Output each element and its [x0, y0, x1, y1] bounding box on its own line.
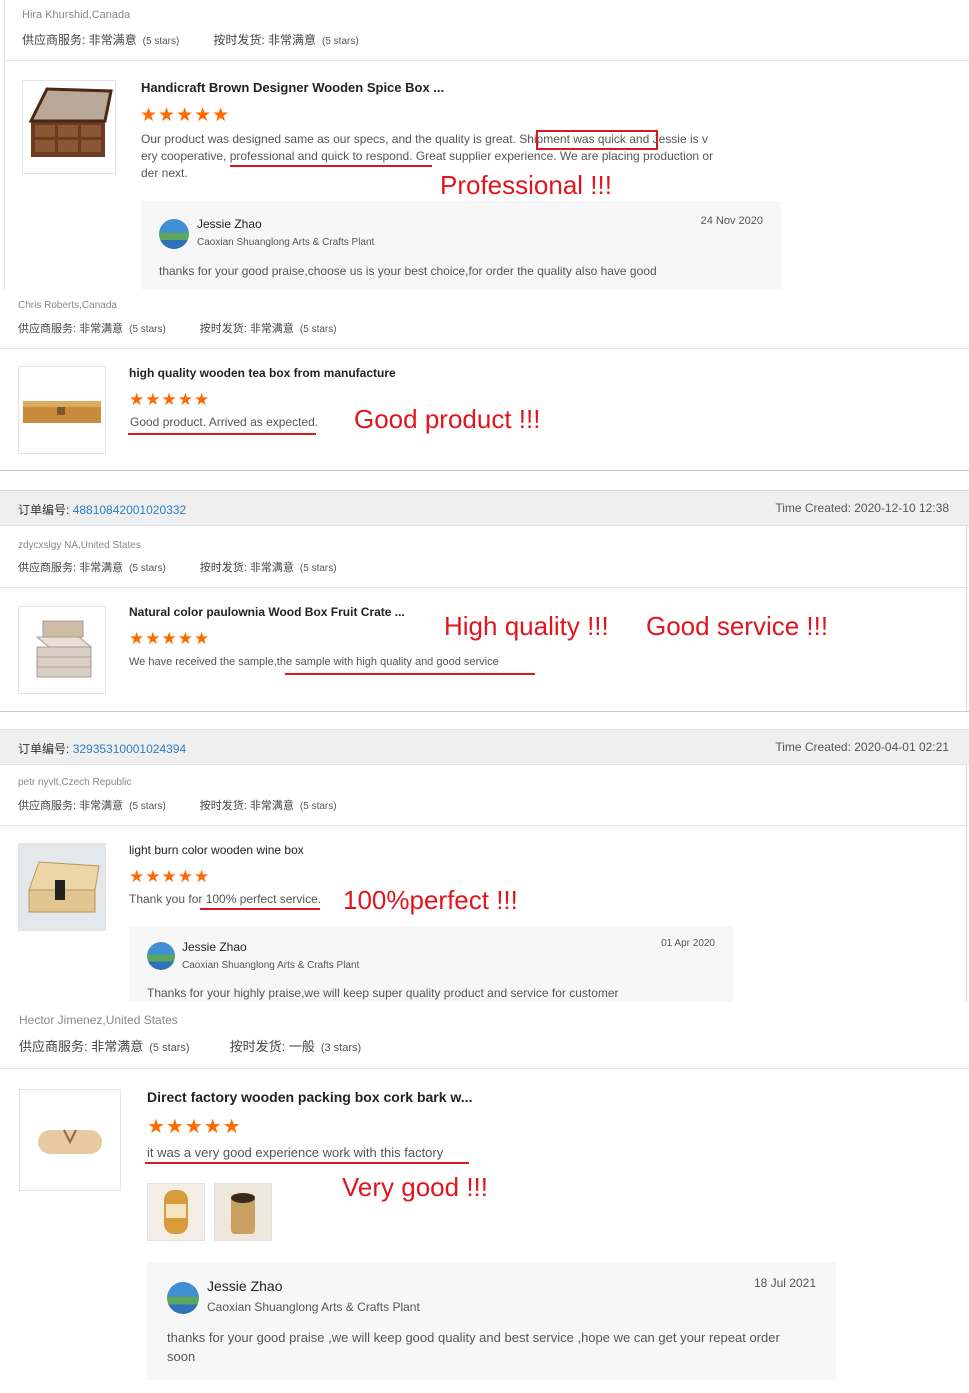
ratings-row: 供应商服务: 非常满意 (5 stars) 按时发货: 非常满意 (5 stars) — [22, 33, 359, 47]
highlight-underline — [128, 433, 316, 435]
reply-text: thanks for your good praise,choose us is… — [159, 264, 657, 278]
review-text: Good product. Arrived as expected. — [130, 415, 319, 429]
annotation-label: 100%perfect !!! — [343, 885, 518, 915]
ratings-row: 供应商服务: 非常满意 (5 stars) 按时发货: 非常满意 (5 stars) — [18, 562, 337, 574]
star-rating: ★★★★★ — [147, 1116, 242, 1138]
reply-author: Jessie Zhao — [207, 1278, 283, 1294]
reply-company: Caoxian Shuanglong Arts & Crafts Plant — [197, 237, 375, 248]
product-title[interactable]: high quality wooden tea box from manufac… — [129, 366, 396, 380]
time-created: Time Created: 2020-12-10 12:38 — [775, 501, 949, 515]
avatar — [147, 942, 175, 970]
review-photo-image — [148, 1184, 204, 1240]
service-rating: 供应商服务: 非常满意 — [18, 562, 124, 574]
shipping-rating: 按时发货: 非常满意 — [199, 323, 294, 335]
reply-author: Jessie Zhao — [197, 217, 262, 231]
reply-date: 24 Nov 2020 — [700, 215, 763, 227]
product-thumbnail[interactable] — [19, 1089, 121, 1191]
service-rating: 供应商服务: 非常满意 — [18, 323, 124, 335]
spice-box-image — [28, 87, 113, 157]
divider — [0, 711, 969, 712]
annotation-label: Good product !!! — [354, 404, 541, 434]
review-photo[interactable] — [214, 1183, 272, 1241]
product-title[interactable]: Handicraft Brown Designer Wooden Spice B… — [141, 80, 444, 95]
highlight-underline — [145, 1162, 469, 1164]
buyer-name: Hira Khurshid,Canada — [22, 9, 131, 21]
divider — [0, 348, 969, 349]
divider — [0, 825, 966, 826]
reply-date: 18 Jul 2021 — [753, 1276, 816, 1290]
crate-image — [35, 620, 93, 678]
avatar — [159, 219, 189, 249]
shipping-rating: 按时发货: 一般 — [229, 1039, 315, 1054]
wine-box-image — [19, 844, 105, 930]
highlight-underline — [200, 908, 320, 910]
divider — [0, 470, 969, 471]
divider — [0, 587, 966, 588]
order-link[interactable]: 32935310001024394 — [73, 742, 186, 756]
reply-author: Jessie Zhao — [182, 940, 247, 954]
shipping-rating: 按时发货: 非常满意 — [199, 800, 294, 812]
product-title[interactable]: Direct factory wooden packing box cork b… — [147, 1089, 472, 1105]
review-divider — [966, 765, 967, 1001]
reply-text: thanks for your good praise ,we will kee… — [167, 1330, 780, 1364]
review-divider — [966, 526, 967, 712]
product-title[interactable]: Natural color paulownia Wood Box Fruit C… — [129, 605, 405, 619]
product-title[interactable]: light burn color wooden wine box — [129, 843, 304, 857]
reply-company: Caoxian Shuanglong Arts & Crafts Plant — [182, 960, 360, 971]
supplier-reply: Jessie Zhao Caoxian Shuanglong Arts & Cr… — [129, 926, 733, 1002]
shipping-rating: 按时发货: 非常满意 — [213, 33, 317, 47]
supplier-reply: Jessie Zhao Caoxian Shuanglong Arts & Cr… — [147, 1262, 836, 1380]
tea-box-image — [23, 401, 101, 423]
annotation-label: Very good !!! — [342, 1172, 488, 1202]
review-photo[interactable] — [147, 1183, 205, 1241]
annotation-label: High quality !!! — [444, 611, 609, 641]
product-thumbnail[interactable] — [18, 843, 106, 931]
order-header: 订单编号: 32935310001024394 Time Created: 20… — [0, 729, 969, 765]
annotation-label: Good service !!! — [646, 611, 829, 641]
buyer-name: Hector Jimenez,United States — [19, 1013, 178, 1027]
star-rating: ★★★★★ — [140, 105, 231, 126]
reply-company: Caoxian Shuanglong Arts & Crafts Plant — [207, 1300, 420, 1314]
cork-box-image — [38, 1129, 102, 1154]
order-number: 订单编号: 48810842001020332 — [18, 503, 187, 517]
order-number: 订单编号: 32935310001024394 — [18, 742, 187, 756]
review-text: Thank you for 100% perfect service. — [129, 892, 322, 906]
product-thumbnail[interactable] — [18, 366, 106, 454]
avatar — [167, 1282, 199, 1314]
divider — [0, 1068, 969, 1069]
highlight-underline — [285, 673, 535, 675]
review-divider — [4, 0, 5, 290]
buyer-name: petr nyvlt,Czech Republic — [18, 777, 132, 788]
star-rating: ★★★★★ — [129, 390, 211, 409]
reply-date: 01 Apr 2020 — [661, 938, 715, 949]
star-rating: ★★★★★ — [129, 867, 211, 886]
product-thumbnail[interactable] — [22, 80, 116, 174]
product-thumbnail[interactable] — [18, 606, 106, 694]
service-rating: 供应商服务: 非常满意 — [19, 1039, 144, 1054]
ratings-row: 供应商服务: 非常满意 (5 stars) 按时发货: 非常满意 (5 stars) — [18, 800, 337, 812]
ratings-row: 供应商服务: 非常满意 (5 stars) 按时发货: 一般 (3 stars) — [19, 1039, 362, 1054]
service-rating: 供应商服务: 非常满意 — [22, 33, 137, 47]
review-text: We have received the sample,the sample w… — [129, 656, 499, 668]
order-link[interactable]: 48810842001020332 — [73, 503, 186, 517]
time-created: Time Created: 2020-04-01 02:21 — [775, 740, 949, 754]
shipping-rating: 按时发货: 非常满意 — [199, 562, 294, 574]
review-text: it was a very good experience work with … — [147, 1145, 444, 1160]
review-photo-image — [215, 1184, 271, 1240]
divider — [4, 60, 969, 61]
buyer-name: zdycxslgy NA,United States — [18, 540, 141, 551]
star-rating: ★★★★★ — [129, 629, 211, 648]
ratings-row: 供应商服务: 非常满意 (5 stars) 按时发货: 非常满意 (5 stars) — [18, 323, 337, 335]
highlight-box — [536, 130, 658, 150]
highlight-underline — [230, 165, 432, 167]
order-header: 订单编号: 48810842001020332 Time Created: 20… — [0, 490, 969, 526]
reply-text: Thanks for your highly praise,we will ke… — [147, 986, 619, 1000]
supplier-reply: Jessie Zhao Caoxian Shuanglong Arts & Cr… — [141, 201, 781, 289]
service-rating: 供应商服务: 非常满意 — [18, 800, 124, 812]
annotation-label: Professional !!! — [440, 170, 612, 200]
buyer-name: Chris Roberts,Canada — [18, 300, 117, 311]
